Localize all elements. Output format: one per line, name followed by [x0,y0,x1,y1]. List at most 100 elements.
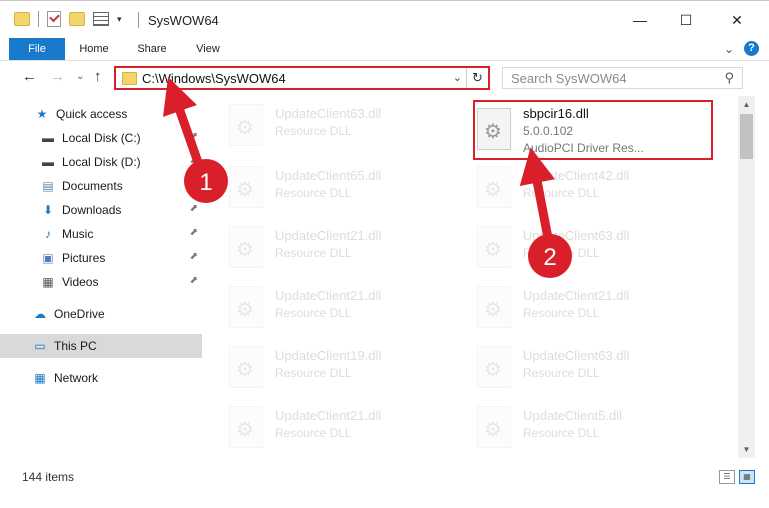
highlight-box [473,100,713,160]
pin-icon[interactable]: ⬈ [190,227,198,238]
file-name: UpdateClient63.dll [523,228,630,243]
address-dropdown-chevron-icon[interactable]: ⌄ [453,71,462,84]
scroll-down-icon[interactable]: ▼ [738,441,755,458]
sidebar-item-videos[interactable]: ▦ Videos ⬈ [0,270,202,294]
file-item[interactable]: UpdateClient21.dll Resource DLL [453,278,693,336]
file-type: Resource DLL [275,426,352,440]
address-bar[interactable]: C:\Windows\SysWOW64 ⌄ ↻ [114,66,490,90]
sidebar-item-pictures[interactable]: ▣ Pictures ⬈ [0,246,202,270]
folder-icon [122,72,137,85]
tab-share[interactable]: Share [126,38,178,60]
videos-icon: ▦ [42,275,54,289]
dll-file-icon [229,166,263,208]
pin-icon[interactable]: ⬈ [190,179,198,190]
sidebar-item-quick-access[interactable]: ★ Quick access [0,102,202,126]
dll-file-icon [477,406,511,448]
customize-toolbar-chevron-icon[interactable]: ▾ [117,14,122,25]
sidebar-item-downloads[interactable]: ⬇ Downloads ⬈ [0,198,202,222]
dll-file-icon [477,286,511,328]
sidebar-item-label: Documents [62,179,123,193]
navigation-pane: ★ Quick access ▬ Local Disk (C:) ⬈ ▬ Loc… [0,96,205,458]
refresh-icon[interactable]: ↻ [466,68,488,88]
cloud-icon: ☁ [34,307,46,321]
file-name: UpdateClient19.dll [275,348,382,363]
tiles-view-icon[interactable]: ▦ [739,470,755,484]
file-type: Resource DLL [275,246,352,260]
sidebar-item-onedrive[interactable]: ☁ OneDrive [0,302,202,326]
file-item[interactable]: UpdateClient21.dll Resource DLL [205,398,445,456]
sidebar-item-local-disk-c[interactable]: ▬ Local Disk (C:) ⬈ [0,126,202,150]
vertical-scrollbar[interactable]: ▲ ▼ [738,96,755,458]
title-bar: ▾ SysWOW64 — ☐ ✕ [0,0,769,38]
dll-file-icon [477,166,511,208]
sidebar-item-label: Local Disk (D:) [62,155,141,169]
sidebar-item-label: Quick access [56,107,128,121]
search-icon[interactable]: ⚲ [724,70,734,86]
window-title: SysWOW64 [148,13,219,28]
status-bar: 144 items ☰ ▦ [0,466,769,490]
title-divider [138,12,139,28]
details-view-icon[interactable]: ☰ [719,470,735,484]
pin-icon[interactable]: ⬈ [190,251,198,262]
close-button[interactable]: ✕ [714,1,760,39]
download-icon: ⬇ [42,203,54,217]
file-name: UpdateClient42.dll [523,168,630,183]
file-type: Resource DLL [523,426,600,440]
dll-file-icon [229,226,263,268]
file-item[interactable]: UpdateClient21.dll Resource DLL [205,278,445,336]
up-arrow-icon[interactable]: ↑ [94,68,102,85]
sidebar-item-label: Pictures [62,251,106,265]
tab-file[interactable]: File [9,38,65,60]
file-name: UpdateClient21.dll [275,228,382,243]
file-item[interactable]: UpdateClient65.dll Resource DLL [205,158,445,216]
file-item[interactable]: UpdateClient42.dll Resource DLL [453,158,693,216]
pin-icon[interactable]: ⬈ [190,203,198,214]
file-type: Resource DLL [523,306,600,320]
pictures-icon: ▣ [42,251,54,265]
file-item[interactable]: UpdateClient63.dll Resource DLL [453,338,693,396]
sidebar-item-network[interactable]: ▦ Network [0,366,202,390]
sidebar-item-this-pc[interactable]: ▭ This PC [0,334,202,358]
expand-ribbon-chevron-icon[interactable]: ⌄ [724,42,734,56]
sidebar-item-documents[interactable]: ▤ Documents ⬈ [0,174,202,198]
back-arrow-icon[interactable]: ← [22,68,37,85]
minimize-button[interactable]: — [617,1,663,39]
file-item[interactable]: UpdateClient21.dll Resource DLL [205,218,445,276]
properties-icon[interactable] [93,12,109,26]
scroll-thumb[interactable] [740,114,753,159]
scroll-up-icon[interactable]: ▲ [738,96,755,113]
help-icon[interactable]: ? [744,41,759,56]
file-item[interactable]: UpdateClient5.dll Resource DLL [453,398,693,456]
search-placeholder[interactable]: Search SysWOW64 [511,71,627,86]
dll-file-icon [477,346,511,388]
file-type: Resource DLL [275,366,352,380]
dll-file-icon [477,226,511,268]
sidebar-item-label: Local Disk (C:) [62,131,141,145]
sidebar-item-music[interactable]: ♪ Music ⬈ [0,222,202,246]
pin-icon[interactable]: ⬈ [190,275,198,286]
file-item[interactable]: UpdateClient19.dll Resource DLL [205,338,445,396]
tab-view[interactable]: View [186,38,230,60]
address-path[interactable]: C:\Windows\SysWOW64 [142,71,286,86]
file-type: Resource DLL [275,186,352,200]
sidebar-item-local-disk-d[interactable]: ▬ Local Disk (D:) ⬈ [0,150,202,174]
search-box[interactable]: Search SysWOW64 ⚲ [502,67,743,89]
file-type: Resource DLL [275,124,352,138]
file-name: UpdateClient5.dll [523,408,623,423]
file-name: UpdateClient21.dll [275,288,382,303]
pin-icon[interactable]: ⬈ [190,131,198,142]
forward-arrow-icon[interactable]: → [50,68,65,85]
properties-check-icon[interactable] [47,11,61,27]
recent-locations-chevron-icon[interactable]: ⌄ [76,71,84,82]
dll-file-icon [229,346,263,388]
maximize-button[interactable]: ☐ [663,1,709,39]
toolbar-divider [38,11,39,27]
file-item[interactable]: UpdateClient63.dll Resource DLL [453,218,693,276]
folder-icon[interactable] [14,12,30,26]
sidebar-item-label: Music [62,227,94,241]
pin-icon[interactable]: ⬈ [190,155,198,166]
new-folder-icon[interactable] [69,12,85,26]
tab-home[interactable]: Home [70,38,118,60]
drive-icon: ▬ [42,131,54,145]
file-item[interactable]: UpdateClient63.dll Resource DLL [205,96,445,154]
